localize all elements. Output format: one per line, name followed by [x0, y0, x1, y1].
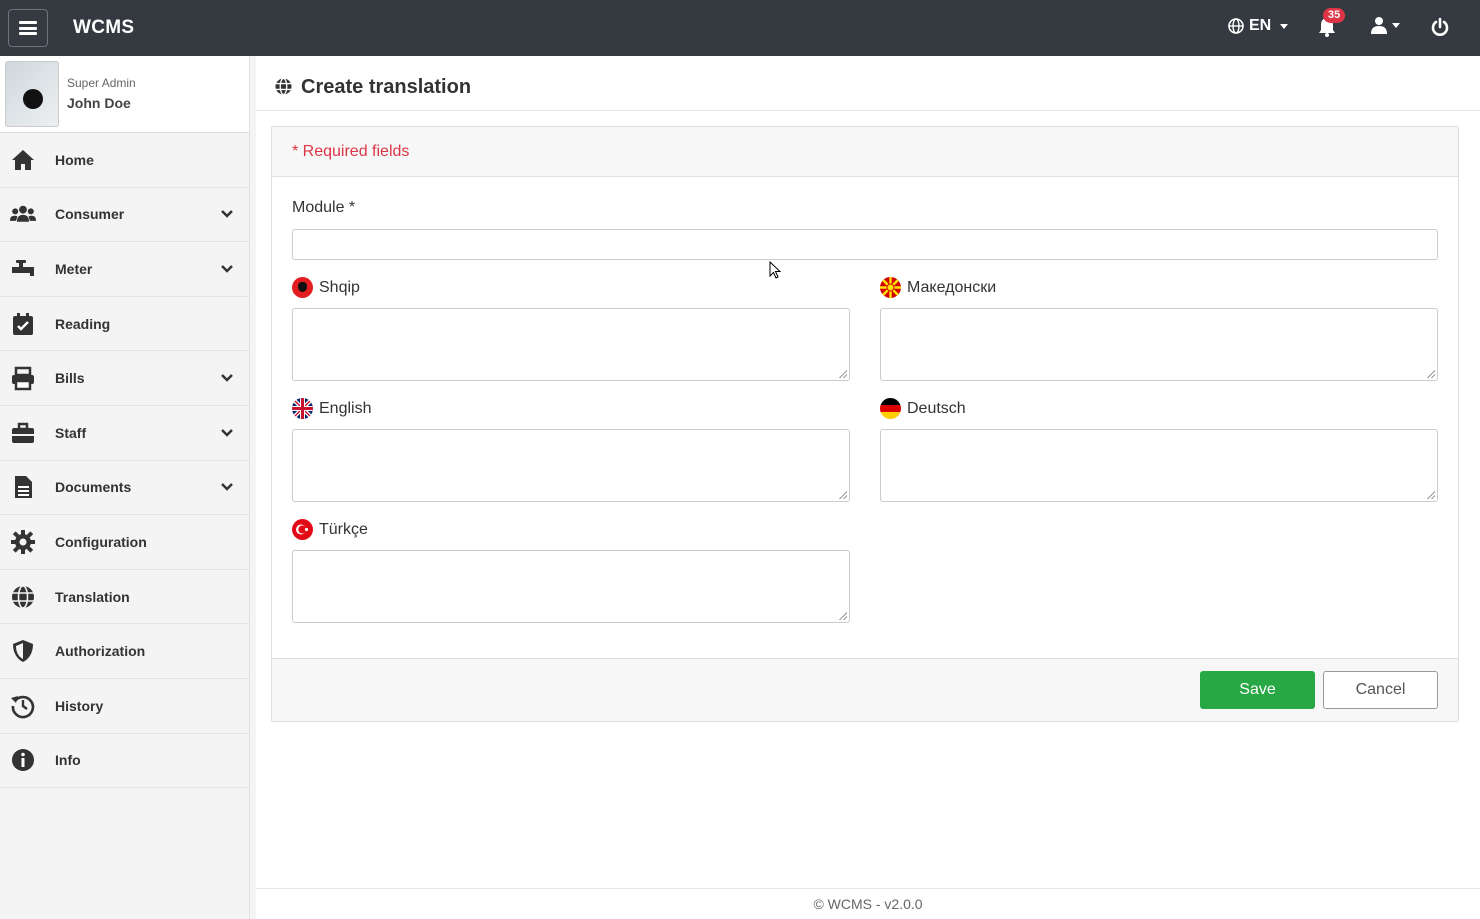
shield-icon	[13, 640, 33, 663]
cancel-button[interactable]: Cancel	[1323, 671, 1438, 709]
required-fields-note: * Required fields	[292, 143, 410, 160]
sidebar: Super Admin John Doe Home Consumer Meter…	[0, 56, 250, 919]
chevron-down-icon	[221, 374, 233, 382]
sidebar-item-label: Configuration	[55, 533, 147, 550]
sidebar-item-reading[interactable]: Reading	[0, 297, 249, 352]
sidebar-item-consumer[interactable]: Consumer	[0, 188, 249, 243]
chevron-down-icon	[221, 428, 233, 437]
sidebar-item-configuration[interactable]: Configuration	[0, 515, 249, 570]
english-label-group: English	[292, 398, 371, 419]
sidebar-item-label: History	[55, 697, 104, 714]
sidebar-item-label: Documents	[55, 479, 132, 496]
sidebar-item-label: Info	[55, 752, 81, 769]
module-input[interactable]	[292, 229, 1438, 260]
top-navbar: WCMS EN 35	[0, 0, 1480, 56]
chevron-down-icon	[221, 483, 233, 492]
document-icon	[15, 476, 32, 499]
sidebar-item-label: Staff	[55, 424, 87, 441]
sidebar-item-authorization[interactable]: Authorization	[0, 624, 249, 679]
page-title: Create translation	[301, 76, 472, 98]
deutsch-label-group: Deutsch	[880, 398, 966, 419]
macedonian-label: Македонски	[907, 278, 997, 296]
menu-toggle-button[interactable]	[8, 9, 48, 47]
globe-icon	[12, 584, 34, 609]
sidebar-item-label: Authorization	[55, 643, 146, 660]
main-content: Create translation * Required fields Mod…	[256, 56, 1480, 919]
english-label: English	[319, 399, 372, 417]
history-icon	[11, 695, 35, 719]
deutsch-label: Deutsch	[907, 399, 966, 417]
caret-down-icon	[1392, 22, 1400, 28]
printer-icon	[12, 366, 34, 391]
turkish-textarea[interactable]	[292, 550, 850, 623]
sidebar-item-label: Meter	[55, 260, 93, 277]
shqip-label: Shqip	[319, 278, 360, 296]
chevron-down-icon	[221, 210, 233, 219]
macedonian-textarea[interactable]	[880, 308, 1438, 381]
avatar	[5, 61, 59, 127]
deutsch-textarea[interactable]	[880, 429, 1438, 502]
english-textarea[interactable]	[292, 429, 850, 502]
caret-down-icon	[1280, 23, 1289, 29]
uk-flag-icon	[292, 398, 313, 419]
language-label: EN	[1249, 17, 1272, 34]
macedonia-flag-icon	[880, 277, 901, 298]
macedonian-label-group: Македонски	[880, 277, 996, 298]
sidebar-item-info[interactable]: Info	[0, 734, 249, 789]
sidebar-item-label: Consumer	[55, 206, 125, 223]
users-icon	[10, 206, 36, 223]
home-icon	[12, 149, 34, 170]
hamburger-icon	[19, 21, 37, 35]
shqip-label-group: Shqip	[292, 277, 360, 298]
user-dropdown[interactable]	[1370, 16, 1400, 34]
sidebar-item-history[interactable]: History	[0, 679, 249, 734]
user-role: Super Admin	[67, 76, 136, 90]
briefcase-icon	[12, 422, 34, 443]
turkey-flag-icon	[292, 519, 313, 540]
user-profile-panel: Super Admin John Doe	[0, 56, 249, 133]
mouse-cursor-icon	[769, 261, 781, 279]
globe-icon	[1228, 18, 1244, 34]
power-icon[interactable]	[1430, 17, 1450, 37]
sidebar-item-label: Translation	[55, 588, 130, 605]
module-label: Module *	[292, 199, 356, 216]
germany-flag-icon	[880, 398, 901, 419]
language-dropdown[interactable]: EN	[1228, 17, 1289, 35]
shqip-textarea[interactable]	[292, 308, 850, 381]
chevron-down-icon	[221, 265, 233, 273]
sidebar-item-label: Bills	[55, 370, 85, 387]
turkish-label-group: Türkçe	[292, 519, 368, 540]
sidebar-item-translation[interactable]: Translation	[0, 570, 249, 625]
translation-form-card: * Required fields Module * Shqip Македон…	[271, 126, 1459, 722]
sidebar-item-label: Home	[55, 151, 94, 168]
card-header: * Required fields	[272, 127, 1458, 177]
albania-flag-icon	[292, 277, 313, 298]
user-icon	[1371, 17, 1387, 34]
globe-icon	[275, 77, 292, 96]
faucet-icon	[12, 259, 34, 276]
sidebar-item-meter[interactable]: Meter	[0, 242, 249, 297]
calendar-check-icon	[13, 312, 33, 335]
gear-icon	[11, 529, 35, 554]
sidebar-item-staff[interactable]: Staff	[0, 406, 249, 461]
sidebar-item-bills[interactable]: Bills	[0, 351, 249, 406]
user-name: John Doe	[67, 95, 131, 111]
turkish-label: Türkçe	[319, 520, 368, 538]
sidebar-item-documents[interactable]: Documents	[0, 461, 249, 516]
info-icon	[12, 749, 34, 772]
notification-badge: 35	[1323, 8, 1346, 23]
page-header: Create translation	[256, 56, 1480, 111]
save-button[interactable]: Save	[1200, 671, 1315, 709]
sidebar-item-label: Reading	[55, 315, 111, 332]
sidebar-item-home[interactable]: Home	[0, 133, 249, 188]
page-footer: © WCMS - v2.0.0	[256, 888, 1480, 919]
app-brand[interactable]: WCMS	[73, 17, 134, 39]
card-footer: Save Cancel	[272, 658, 1458, 721]
